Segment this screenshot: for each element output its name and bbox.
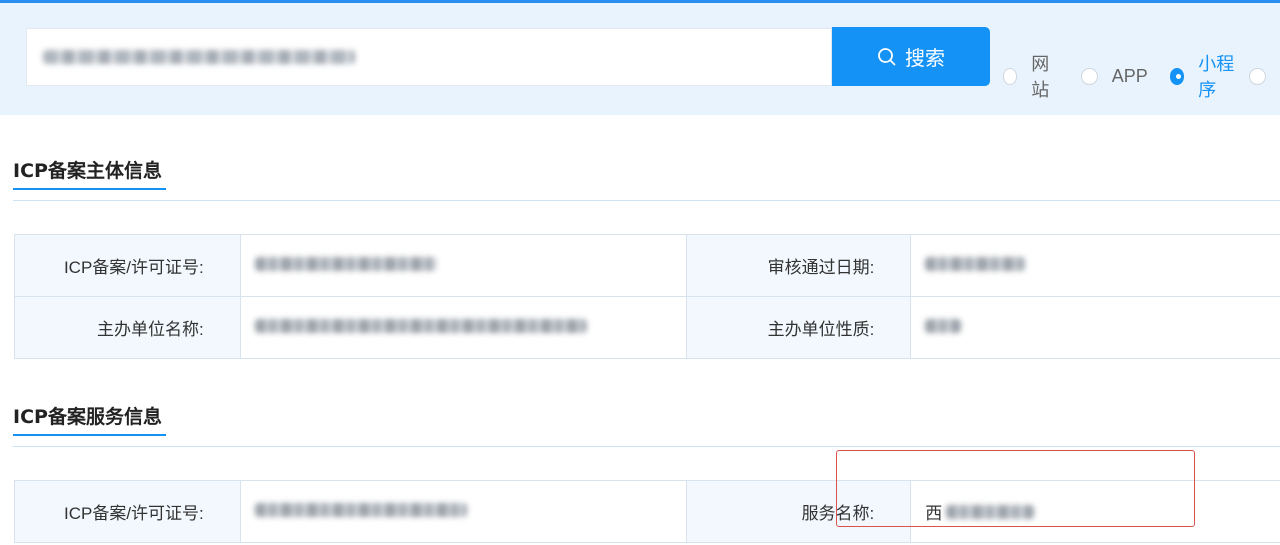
subject-info-table: ICP备案/许可证号: 审核通过日期: 主办单位名称: 主办单位性质:: [14, 234, 1280, 359]
value-organizer-name-redacted: [239, 296, 687, 359]
radio-circle: [1249, 67, 1266, 85]
section-title-service: ICP备案服务信息: [13, 402, 166, 436]
redacted-value: [946, 504, 1035, 519]
radio-mini-program[interactable]: 小程序: [1169, 50, 1243, 102]
service-info-table: ICP备案/许可证号: 服务名称: 西: [14, 480, 1280, 543]
table-row: ICP备案/许可证号: 服务名称: 西: [14, 480, 1280, 543]
section-title-service-text: ICP备案服务信息: [13, 406, 162, 428]
section-title-subject-text: ICP备案主体信息: [13, 160, 162, 182]
table-row: 主办单位名称: 主办单位性质:: [14, 296, 1280, 359]
label-approval-date: 审核通过日期:: [685, 234, 912, 297]
value-approval-date-redacted: [910, 234, 1280, 297]
value-service-name: 西: [910, 480, 1280, 543]
search-input-value-redacted: [43, 50, 355, 64]
section-title-subject: ICP备案主体信息: [13, 156, 166, 190]
search-type-radio-group: 网站 APP 小程序: [1000, 54, 1280, 100]
table-row: ICP备案/许可证号: 审核通过日期:: [14, 234, 1280, 297]
label-service-name: 服务名称:: [685, 480, 912, 543]
service-name-prefix: 西: [925, 504, 943, 523]
redacted-value: [925, 318, 962, 333]
label-icp-number: ICP备案/许可证号:: [14, 234, 241, 297]
radio-label-mini-program: 小程序: [1198, 54, 1235, 100]
section-divider: [13, 200, 1280, 201]
radio-circle-checked: [1169, 67, 1185, 85]
value-organizer-type-redacted: [910, 296, 1280, 359]
search-button-label: 搜索: [905, 48, 945, 70]
value-icp-number-redacted: [239, 234, 687, 297]
radio-circle: [1003, 67, 1018, 85]
label-organizer-type: 主办单位性质:: [685, 296, 912, 359]
search-input[interactable]: [26, 28, 832, 86]
redacted-value: [254, 318, 587, 333]
redacted-value: [925, 256, 1026, 271]
section-title-underline: [13, 188, 166, 190]
label-organizer-name: 主办单位名称:: [14, 296, 241, 359]
search-icon: [878, 47, 896, 65]
value-service-icp-number-redacted: [239, 480, 687, 543]
radio-more[interactable]: [1249, 67, 1280, 85]
section-divider: [13, 446, 1280, 447]
redacted-value: [254, 502, 467, 517]
radio-circle: [1080, 67, 1098, 85]
radio-website[interactable]: 网站: [1003, 50, 1061, 102]
radio-app[interactable]: APP: [1080, 65, 1148, 87]
label-service-icp-number: ICP备案/许可证号:: [14, 480, 241, 543]
radio-label-app: APP: [1111, 65, 1148, 86]
radio-label-website: 网站: [1031, 54, 1050, 100]
search-button[interactable]: 搜索: [832, 27, 990, 86]
redacted-value: [254, 256, 437, 271]
section-title-underline: [13, 434, 166, 436]
